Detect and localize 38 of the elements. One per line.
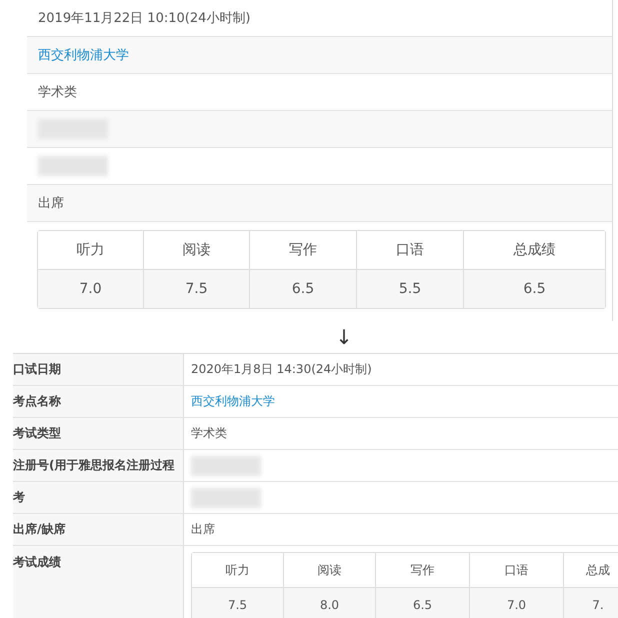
score-value: 7.5 (192, 588, 284, 618)
field-label: 考点名称 (13, 386, 184, 417)
field-value: 学术类 (191, 425, 227, 442)
field-label: 出席/缺席 (13, 514, 184, 545)
field-value: 出席 (38, 195, 64, 212)
blurred-value (38, 156, 108, 176)
score-value: 5.5 (357, 270, 464, 308)
score-value: 7.0 (38, 270, 144, 308)
field-value: 2019年11月22日 10:10(24小时制) (38, 10, 250, 27)
score-header: 总成绩 (464, 231, 605, 270)
score-header: 阅读 (284, 553, 376, 588)
score-header: 写作 (376, 553, 470, 588)
down-arrow: ↓ (334, 324, 354, 351)
score-value: 6.5 (376, 588, 470, 618)
field-value: 出席 (191, 521, 215, 538)
field-label: 考试类型 (13, 418, 184, 449)
blurred-value (191, 456, 261, 476)
venue-link[interactable]: 西交利物浦大学 (191, 393, 275, 410)
field-label: 口试日期 (13, 354, 184, 385)
score-value: 7.0 (470, 588, 564, 618)
score-header: 听力 (38, 231, 144, 270)
score-header: 口语 (357, 231, 464, 270)
score-header: 听力 (192, 553, 284, 588)
blurred-value (191, 488, 261, 508)
field-label: 考 (13, 482, 184, 513)
venue-link[interactable]: 西交利物浦大学 (38, 46, 129, 64)
field-value: 学术类 (38, 84, 77, 101)
field-label: 注册号(用于雅思报名注册过程 (13, 450, 184, 481)
score-header: 阅读 (144, 231, 250, 270)
score-value: 6.5 (250, 270, 357, 308)
field-label: 考试成绩 (13, 546, 184, 618)
field-value: 2020年1月8日 14:30(24小时制) (191, 361, 372, 378)
score-value: 7.5 (144, 270, 250, 308)
score-header: 写作 (250, 231, 357, 270)
score-value: 7. (564, 588, 618, 618)
score-value: 6.5 (464, 270, 605, 308)
score-value: 8.0 (284, 588, 376, 618)
score-header: 口语 (470, 553, 564, 588)
